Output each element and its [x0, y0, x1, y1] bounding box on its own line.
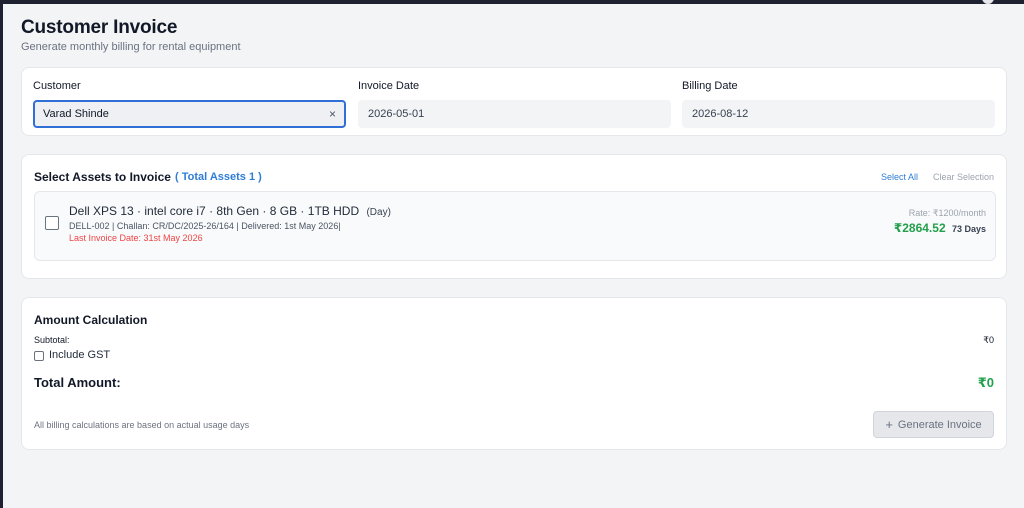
billing-date-input[interactable]: 2026-08-12: [682, 100, 995, 128]
asset-last-invoice: Last Invoice Date: 31st May 2026: [69, 233, 203, 243]
customer-select[interactable]: Varad Shinde ×: [33, 100, 346, 128]
page-title: Customer Invoice: [21, 17, 178, 38]
window-frame-left: [0, 0, 3, 508]
amount-section-title: Amount Calculation: [34, 313, 148, 327]
page-subtitle: Generate monthly billing for rental equi…: [21, 41, 241, 53]
asset-title: Dell XPS 13 · intel core i7 · 8th Gen · …: [69, 204, 360, 218]
subtotal-value: ₹0: [983, 335, 994, 345]
window-frame-top: [0, 0, 1024, 4]
billing-date-field: Billing Date 2026-08-12: [682, 80, 995, 128]
total-amount-value: ₹0: [977, 375, 994, 390]
invoice-date-field: Invoice Date 2026-05-01: [358, 80, 671, 128]
asset-item[interactable]: Dell XPS 13 · intel core i7 · 8th Gen · …: [34, 191, 996, 261]
amount-calculation-card: Amount Calculation Subtotal: ₹0 Include …: [21, 297, 1007, 450]
billing-footnote: All billing calculations are based on ac…: [34, 420, 250, 430]
asset-rate: Rate: ₹1200/month: [908, 208, 986, 218]
asset-section-title: Select Assets to Invoice: [34, 170, 171, 184]
customer-field: Customer Varad Shinde ×: [33, 80, 346, 128]
asset-checkbox[interactable]: [45, 216, 59, 230]
billing-date-value: 2026-08-12: [692, 108, 749, 120]
total-amount-label: Total Amount:: [34, 375, 121, 390]
generate-invoice-label: Generate Invoice: [897, 418, 982, 431]
plus-icon: +: [885, 417, 893, 432]
generate-invoice-button[interactable]: + Generate Invoice: [873, 411, 994, 438]
billing-date-label: Billing Date: [682, 80, 738, 92]
total-assets-count: ( Total Assets 1 ): [175, 171, 262, 183]
asset-unit: (Day): [366, 207, 391, 218]
invoice-details-card: Customer Varad Shinde × Invoice Date 202…: [21, 67, 1007, 136]
select-all-link[interactable]: Select All: [881, 172, 918, 182]
asset-meta: DELL-002 | Challan: CR/DC/2025-26/164 | …: [69, 221, 341, 231]
asset-name: Dell XPS 13 · intel core i7 · 8th Gen · …: [69, 204, 391, 218]
clear-customer-icon[interactable]: ×: [329, 107, 336, 121]
asset-amount-row: ₹2864.52 73 Days: [894, 221, 986, 235]
asset-selection-card: Select Assets to Invoice ( Total Assets …: [21, 154, 1007, 279]
subtotal-label: Subtotal:: [34, 335, 70, 345]
invoice-date-input[interactable]: 2026-05-01: [358, 100, 671, 128]
invoice-date-label: Invoice Date: [358, 80, 420, 92]
asset-amount: ₹2864.52: [893, 221, 946, 235]
include-gst-checkbox[interactable]: [34, 351, 44, 361]
customer-value: Varad Shinde: [43, 108, 109, 120]
asset-days: 73 Days: [951, 224, 986, 234]
include-gst-label[interactable]: Include GST: [49, 349, 110, 361]
invoice-date-value: 2026-05-01: [368, 108, 425, 120]
customer-label: Customer: [33, 80, 81, 92]
clear-selection-link[interactable]: Clear Selection: [933, 172, 994, 182]
